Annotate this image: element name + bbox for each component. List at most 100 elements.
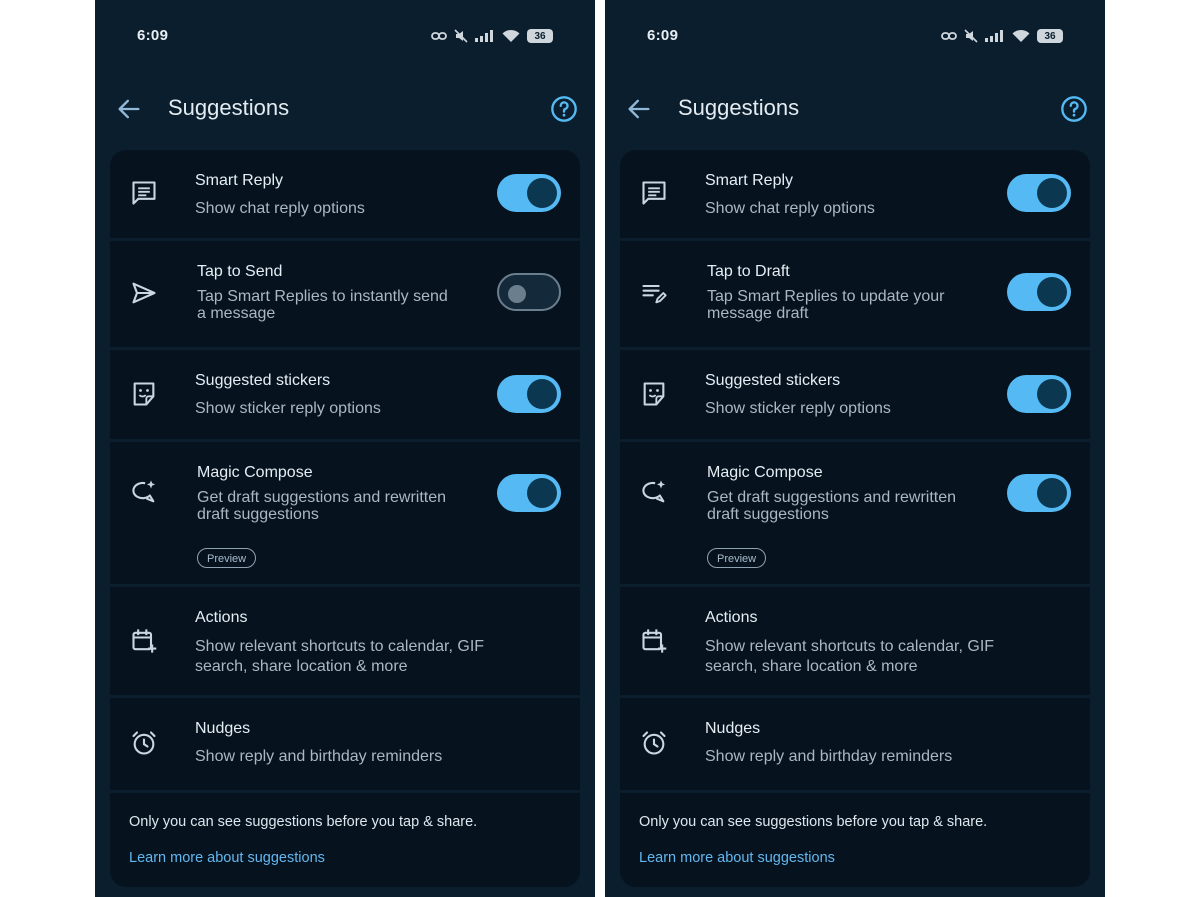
- send-icon: [132, 282, 156, 304]
- setting-title: Smart Reply: [705, 172, 794, 189]
- setting-title: Magic Compose: [197, 464, 313, 481]
- tap-to-send-toggle[interactable]: [497, 273, 561, 311]
- setting-row-nudges[interactable]: Nudges Show reply and birthday reminders: [620, 698, 1090, 790]
- toggle-knob: [527, 478, 557, 508]
- setting-title: Tap to Send: [197, 263, 283, 280]
- arrow-back-icon[interactable]: [115, 95, 143, 123]
- setting-title: Suggested stickers: [705, 372, 841, 389]
- battery-indicator: 36: [1037, 29, 1063, 43]
- sticker-icon: [643, 382, 665, 406]
- setting-subtitle: Get draft suggestions and rewritten: [197, 489, 447, 506]
- setting-row-smart-reply[interactable]: Smart Reply Show chat reply options: [620, 150, 1090, 238]
- status-bar: 6:09 36: [95, 0, 595, 70]
- setting-subtitle-line2: draft suggestions: [707, 506, 829, 523]
- help-circle-icon[interactable]: [550, 95, 578, 123]
- preview-badge: Preview: [707, 548, 767, 568]
- toggle-knob: [1037, 379, 1067, 409]
- wifi-icon: [1012, 29, 1030, 42]
- learn-more-link[interactable]: Learn more about suggestions: [639, 850, 835, 866]
- status-time: 6:09: [137, 27, 169, 44]
- magic-compose-icon: [642, 480, 666, 503]
- signal-icon: [475, 30, 493, 42]
- setting-subtitle: Show sticker reply options: [705, 400, 891, 417]
- phone-screen-right: 6:09 36 Suggestions Smart Reply Show cha…: [605, 0, 1105, 897]
- tap-to-draft-toggle[interactable]: [1007, 273, 1071, 311]
- setting-subtitle: Show relevant shortcuts to calendar, GIF: [705, 638, 995, 655]
- battery-indicator: 36: [527, 29, 553, 43]
- magic-compose-toggle[interactable]: [497, 474, 561, 512]
- setting-subtitle-line2: search, share location & more: [705, 658, 918, 675]
- setting-row-suggested-stickers[interactable]: Suggested stickers Show sticker reply op…: [110, 350, 580, 439]
- setting-row-magic-compose[interactable]: Magic Compose Get draft suggestions and …: [110, 442, 580, 584]
- link-icon: [941, 32, 957, 40]
- privacy-note: Only you can see suggestions before you …: [129, 814, 478, 830]
- setting-subtitle-line2: draft suggestions: [197, 506, 319, 523]
- setting-title: Actions: [195, 609, 248, 626]
- setting-subtitle: Show reply and birthday reminders: [195, 748, 443, 765]
- alarm-clock-icon: [642, 731, 666, 755]
- suggestions-footer: Only you can see suggestions before you …: [620, 793, 1090, 887]
- setting-subtitle: Show chat reply options: [705, 200, 875, 217]
- calendar-add-icon: [642, 629, 667, 653]
- mute-icon: [454, 29, 468, 43]
- setting-subtitle-line2: a message: [197, 305, 276, 322]
- arrow-back-icon[interactable]: [625, 95, 653, 123]
- setting-subtitle: Tap Smart Replies to update your: [707, 288, 945, 305]
- phone-screen-left: 6:09 36 Suggestions Smart Reply Show cha…: [95, 0, 595, 897]
- toggle-knob: [527, 178, 557, 208]
- setting-subtitle: Show sticker reply options: [195, 400, 381, 417]
- alarm-clock-icon: [132, 731, 156, 755]
- setting-title: Tap to Draft: [707, 263, 790, 280]
- calendar-add-icon: [132, 629, 157, 653]
- setting-subtitle: Show reply and birthday reminders: [705, 748, 953, 765]
- setting-row-tap-to-draft[interactable]: Tap to Draft Tap Smart Replies to update…: [620, 241, 1090, 347]
- setting-row-magic-compose[interactable]: Magic Compose Get draft suggestions and …: [620, 442, 1090, 584]
- toggle-knob: [1037, 478, 1067, 508]
- page-title: Suggestions: [678, 95, 800, 120]
- chat-message-icon: [132, 181, 156, 205]
- toggle-knob: [527, 379, 557, 409]
- magic-compose-toggle[interactable]: [1007, 474, 1071, 512]
- status-bar: 6:09 36: [605, 0, 1105, 70]
- link-icon: [431, 32, 447, 40]
- edit-note-icon: [642, 284, 667, 304]
- setting-subtitle: Get draft suggestions and rewritten: [707, 489, 957, 506]
- toggle-knob: [508, 285, 526, 303]
- smart-reply-toggle[interactable]: [497, 174, 561, 212]
- preview-badge: Preview: [197, 548, 257, 568]
- setting-row-suggested-stickers[interactable]: Suggested stickers Show sticker reply op…: [620, 350, 1090, 439]
- setting-subtitle: Tap Smart Replies to instantly send: [197, 288, 448, 305]
- privacy-note: Only you can see suggestions before you …: [639, 814, 988, 830]
- signal-icon: [985, 30, 1003, 42]
- setting-row-actions[interactable]: Actions Show relevant shortcuts to calen…: [620, 587, 1090, 695]
- setting-subtitle-line2: message draft: [707, 305, 809, 322]
- help-circle-icon[interactable]: [1060, 95, 1088, 123]
- status-icons: 36: [941, 27, 1063, 45]
- setting-title: Actions: [705, 609, 758, 626]
- status-icons: 36: [431, 27, 553, 45]
- wifi-icon: [502, 29, 520, 42]
- app-bar: Suggestions: [605, 80, 1105, 138]
- chat-message-icon: [642, 181, 666, 205]
- setting-title: Suggested stickers: [195, 372, 331, 389]
- toggle-knob: [1037, 178, 1067, 208]
- setting-title: Nudges: [705, 720, 761, 737]
- setting-row-actions[interactable]: Actions Show relevant shortcuts to calen…: [110, 587, 580, 695]
- app-bar: Suggestions: [95, 80, 595, 138]
- suggested-stickers-toggle[interactable]: [1007, 375, 1071, 413]
- suggestions-footer: Only you can see suggestions before you …: [110, 793, 580, 887]
- suggested-stickers-toggle[interactable]: [497, 375, 561, 413]
- status-time: 6:09: [647, 27, 679, 44]
- toggle-knob: [1037, 277, 1067, 307]
- setting-row-tap-to-send[interactable]: Tap to Send Tap Smart Replies to instant…: [110, 241, 580, 347]
- learn-more-link[interactable]: Learn more about suggestions: [129, 850, 325, 866]
- smart-reply-toggle[interactable]: [1007, 174, 1071, 212]
- setting-row-smart-reply[interactable]: Smart Reply Show chat reply options: [110, 150, 580, 238]
- mute-icon: [964, 29, 978, 43]
- setting-row-nudges[interactable]: Nudges Show reply and birthday reminders: [110, 698, 580, 790]
- setting-title: Nudges: [195, 720, 251, 737]
- page-title: Suggestions: [168, 95, 290, 120]
- setting-subtitle: Show relevant shortcuts to calendar, GIF: [195, 638, 485, 655]
- setting-title: Smart Reply: [195, 172, 284, 189]
- setting-subtitle-line2: search, share location & more: [195, 658, 408, 675]
